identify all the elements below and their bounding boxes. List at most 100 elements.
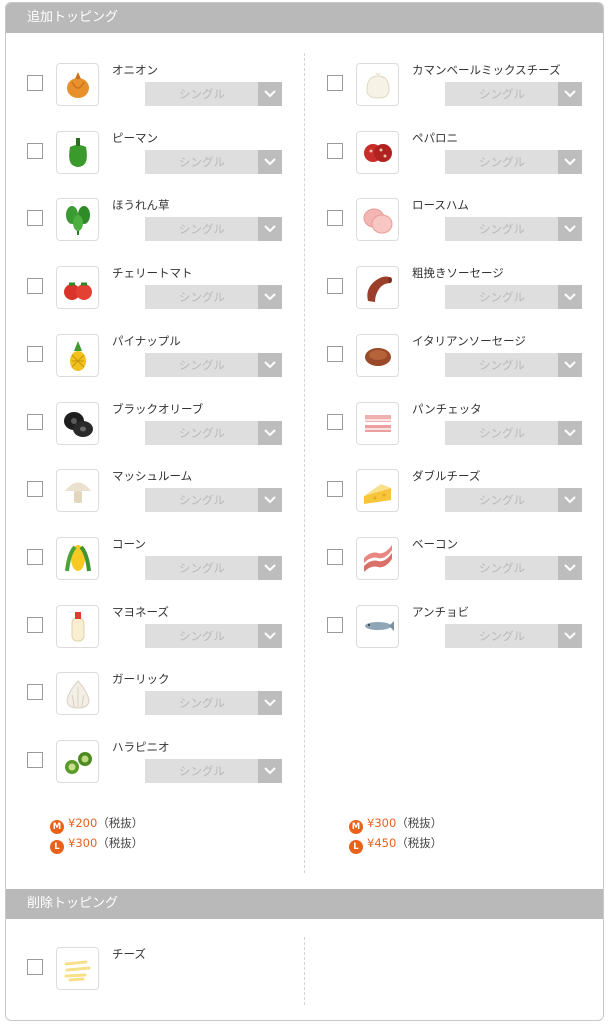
topping-name: ペパロニ [412, 130, 458, 145]
portion-select-value: シングル [479, 87, 525, 101]
chevron-down-icon[interactable] [258, 691, 282, 716]
topping-item-sausage: 粗挽きソーセージ シングル [306, 266, 603, 326]
chevron-down-icon[interactable] [558, 555, 582, 580]
chevron-down-icon[interactable] [258, 352, 282, 377]
portion-select[interactable]: シングル [445, 217, 582, 242]
topping-item-black-olive: ブラックオリーブ シングル [6, 401, 304, 462]
portion-select[interactable]: シングル [145, 285, 282, 310]
topping-checkbox[interactable] [327, 616, 343, 633]
price-l-right: L ¥450（税抜） [349, 835, 442, 854]
chevron-down-icon[interactable] [258, 488, 282, 513]
topping-checkbox[interactable] [27, 75, 43, 91]
portion-select[interactable]: シングル [145, 759, 282, 783]
topping-checkbox[interactable] [27, 481, 43, 498]
mayonnaise-icon [56, 604, 99, 648]
portion-select[interactable]: シングル [145, 217, 282, 242]
topping-checkbox[interactable] [27, 413, 43, 430]
portion-select-value: シングル [479, 154, 525, 169]
chevron-down-icon[interactable] [558, 149, 582, 174]
topping-checkbox[interactable] [27, 210, 43, 227]
topping-name: イタリアンソーセージ [412, 333, 526, 348]
black-olive-icon [56, 401, 99, 445]
chevron-down-icon[interactable] [258, 759, 282, 783]
cheese-icon [56, 947, 99, 990]
topping-name: ピーマン [112, 130, 158, 145]
column-divider [304, 937, 305, 1005]
price-amount: ¥450 [367, 836, 397, 850]
topping-item-pancetta: パンチェッタシングル [306, 401, 603, 462]
portion-select[interactable]: シングル [145, 555, 282, 580]
portion-select[interactable]: シングル [145, 420, 282, 445]
chevron-down-icon[interactable] [558, 217, 582, 242]
topping-checkbox[interactable] [27, 959, 43, 975]
portion-select[interactable]: シングル [445, 420, 582, 445]
green-pepper-icon [56, 130, 99, 174]
column-divider [304, 53, 305, 873]
topping-name: ほうれん草 [112, 198, 170, 213]
topping-checkbox[interactable] [327, 413, 343, 430]
price-amount: ¥300 [68, 836, 98, 850]
topping-item-pineapple: パイナップル シングル [6, 333, 304, 394]
portion-select[interactable]: シングル [445, 352, 582, 377]
portion-select[interactable]: シングル [445, 82, 582, 106]
portion-select[interactable]: シングル [145, 352, 282, 377]
chevron-down-icon[interactable] [258, 623, 282, 648]
chevron-down-icon[interactable] [558, 488, 582, 513]
topping-name: ダブルチーズ [412, 469, 481, 484]
portion-select-value: シングル [479, 628, 525, 643]
chevron-down-icon[interactable] [558, 82, 582, 106]
topping-item-corn: コーンシングル [6, 536, 304, 597]
portion-select-value: シングル [179, 222, 225, 237]
size-l-badge: L [349, 840, 363, 854]
double-cheese-icon [356, 469, 399, 513]
portion-select[interactable]: シングル [145, 488, 282, 513]
portion-select[interactable]: シングル [445, 488, 582, 513]
topping-item-cheese: チーズ [6, 947, 304, 1007]
portion-select[interactable]: シングル [145, 149, 282, 174]
topping-checkbox[interactable] [327, 278, 343, 295]
topping-name: パンチェッタ [412, 401, 482, 416]
portion-select[interactable]: シングル [445, 285, 582, 310]
mushroom-icon [56, 469, 99, 513]
chevron-down-icon[interactable] [258, 420, 282, 445]
topping-checkbox[interactable] [27, 548, 43, 565]
portion-select[interactable]: シングル [445, 149, 582, 174]
topping-item-jalapeno: ハラピニオシングル [6, 740, 304, 800]
chevron-down-icon[interactable] [258, 82, 282, 106]
portion-select[interactable]: シングル [145, 82, 282, 106]
chevron-down-icon[interactable] [258, 217, 282, 242]
topping-checkbox[interactable] [327, 142, 343, 159]
chevron-down-icon[interactable] [558, 420, 582, 445]
topping-checkbox[interactable] [327, 210, 343, 227]
portion-select[interactable]: シングル [145, 691, 282, 716]
chevron-down-icon[interactable] [558, 623, 582, 648]
topping-name: コーン [112, 536, 146, 551]
topping-item-camembert: カマンベールミックスチーズ シングル [306, 63, 603, 123]
chevron-down-icon[interactable] [558, 285, 582, 310]
topping-checkbox[interactable] [327, 548, 343, 565]
topping-item-ham: ロースハム シングル [306, 198, 603, 258]
topping-name: ハラピニオ [112, 740, 170, 754]
portion-select[interactable]: シングル [145, 623, 282, 648]
topping-checkbox[interactable] [27, 278, 43, 295]
topping-checkbox[interactable] [27, 345, 43, 362]
chevron-down-icon[interactable] [258, 555, 282, 580]
topping-item-anchovy: アンチョビ シングル [306, 604, 603, 665]
chevron-down-icon[interactable] [258, 285, 282, 310]
topping-checkbox[interactable] [27, 616, 43, 633]
portion-select[interactable]: シングル [445, 555, 582, 580]
chevron-down-icon[interactable] [258, 149, 282, 174]
chevron-down-icon[interactable] [558, 352, 582, 377]
topping-checkbox[interactable] [27, 142, 43, 159]
topping-checkbox[interactable] [27, 752, 43, 768]
topping-checkbox[interactable] [327, 345, 343, 362]
jalapeno-icon [56, 740, 99, 783]
portion-select-value: シングル [179, 696, 225, 711]
topping-checkbox[interactable] [27, 684, 43, 701]
topping-item-double-cheese: ダブルチーズシングル [306, 469, 603, 529]
pancetta-icon [356, 401, 399, 445]
portion-select[interactable]: シングル [445, 623, 582, 648]
topping-checkbox[interactable] [327, 75, 343, 91]
portion-select-value: シングル [479, 222, 525, 237]
topping-checkbox[interactable] [327, 481, 343, 498]
